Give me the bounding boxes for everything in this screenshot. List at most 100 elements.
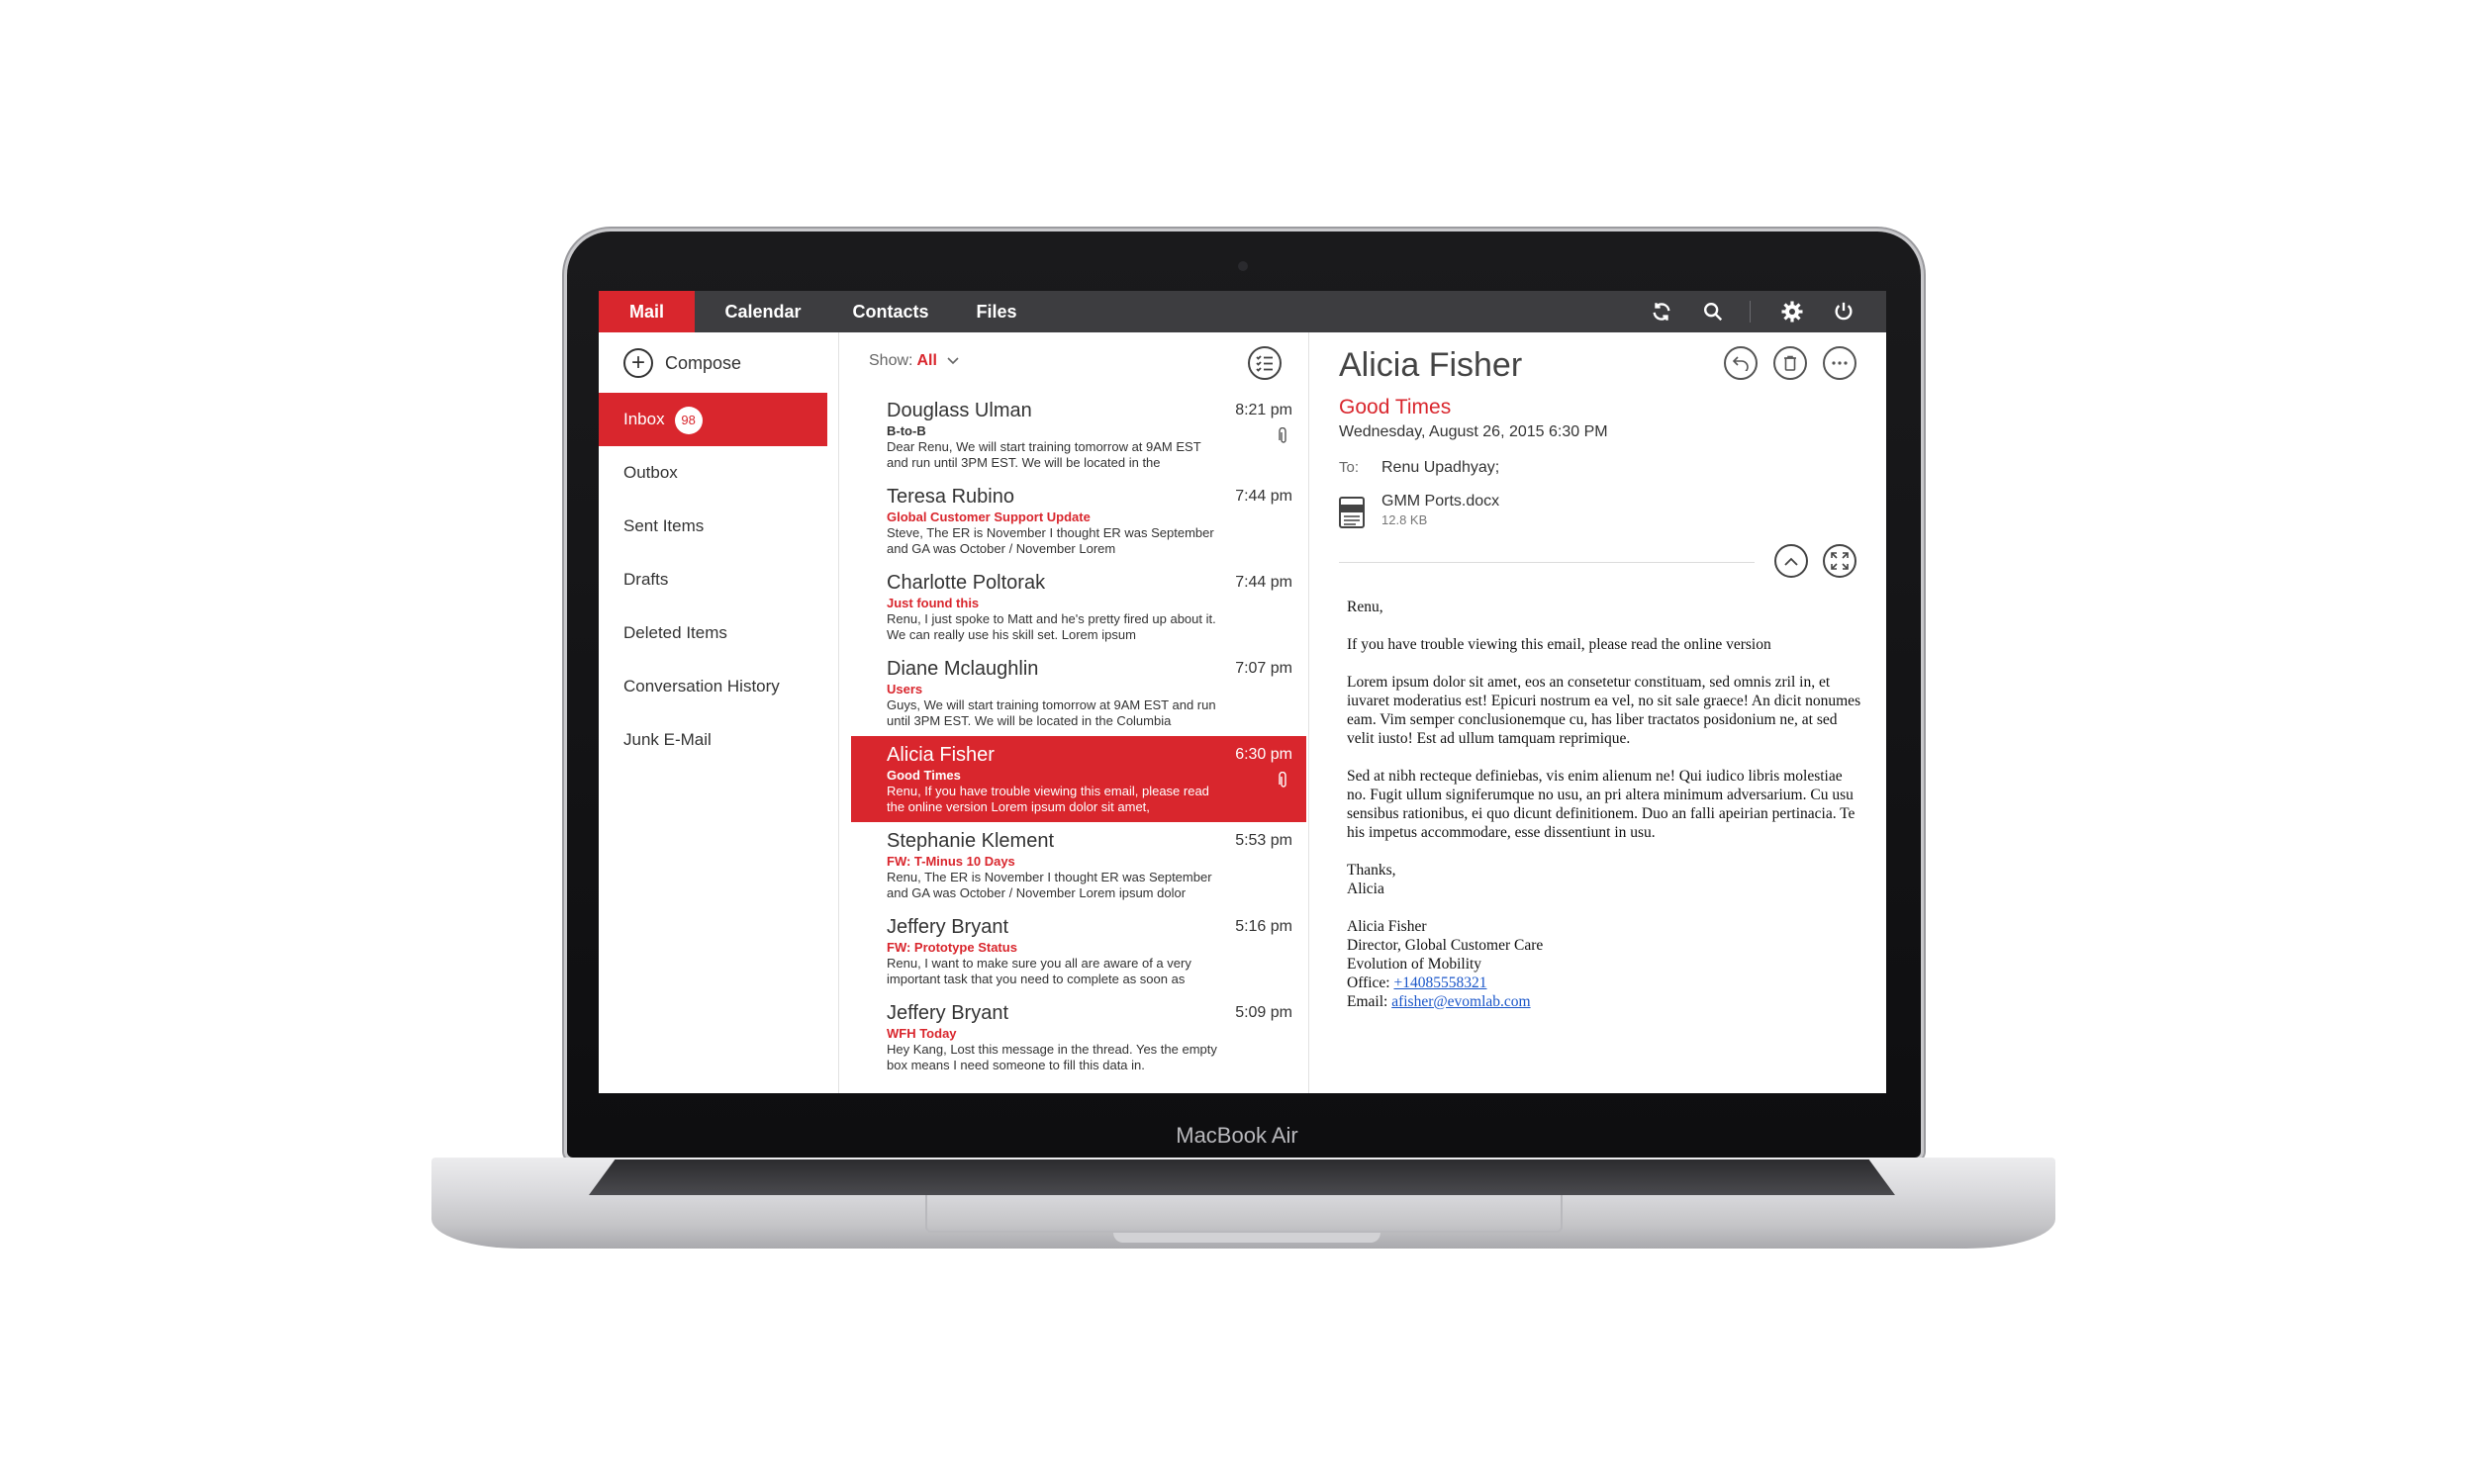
email-paragraph: Lorem ipsum dolor sit amet, eos an conse… — [1347, 674, 1861, 747]
message-subject: Global Customer Support Update — [887, 510, 1091, 524]
chevron-down-icon — [947, 352, 959, 370]
message-item-selected[interactable]: Alicia Fisher 6:30 pm Good Times Renu, I… — [851, 736, 1306, 822]
message-time: 8:21 pm — [1235, 402, 1292, 418]
message-sender: Jeffery Bryant — [887, 1002, 1009, 1024]
message-preview: Hey Kang, Lost this message in the threa… — [887, 1042, 1217, 1072]
message-item[interactable]: Charlotte Poltorak 7:44 pm Just found th… — [851, 564, 1306, 650]
message-time: 7:44 pm — [1235, 488, 1292, 505]
attachment-size: 12.8 KB — [1381, 512, 1428, 527]
reader-subject: Good Times — [1339, 396, 1452, 418]
office-phone-link[interactable]: +14085558321 — [1393, 974, 1486, 991]
search-icon[interactable] — [1700, 299, 1726, 325]
email-closing: Thanks, Alicia — [1347, 861, 1861, 898]
message-preview: Guys, We will start training tomorrow at… — [887, 697, 1216, 728]
app-screen: Mail Calendar Contacts Files + Compose I… — [599, 291, 1886, 1093]
email-address-link[interactable]: afisher@evomlab.com — [1391, 993, 1530, 1010]
trash-icon[interactable] — [1773, 346, 1807, 380]
message-time: 5:09 pm — [1235, 1004, 1292, 1021]
tab-contacts[interactable]: Contacts — [831, 291, 950, 332]
message-item[interactable]: Stephanie Klement 5:53 pm FW: T-Minus 10… — [851, 822, 1306, 908]
message-subject: FW: Prototype Status — [887, 940, 1017, 955]
message-subject: Good Times — [887, 768, 961, 783]
email-label: Email: — [1347, 993, 1388, 1010]
message-item[interactable]: Teresa Rubino 7:44 pm Global Customer Su… — [851, 478, 1306, 564]
message-item[interactable]: Jeffery Bryant 5:16 pm FW: Prototype Sta… — [851, 908, 1306, 994]
toolbar-divider — [1750, 301, 1751, 323]
message-time: 6:30 pm — [1235, 746, 1292, 763]
signature-company: Evolution of Mobility — [1347, 956, 1482, 973]
signature-title: Director, Global Customer Care — [1347, 937, 1544, 954]
closing-text: Thanks, — [1347, 862, 1396, 879]
paperclip-icon — [1279, 771, 1288, 794]
message-preview: Renu, The ER is November I thought ER wa… — [887, 870, 1212, 900]
email-signature: Alicia Fisher Director, Global Customer … — [1347, 917, 1861, 1011]
message-subject: FW: T-Minus 10 Days — [887, 854, 1015, 869]
collapse-up-icon[interactable] — [1774, 544, 1808, 578]
keyboard — [589, 1159, 1895, 1195]
message-sender: Douglass Ulman — [887, 400, 1032, 421]
unread-badge: 98 — [674, 406, 703, 434]
reader-date: Wednesday, August 26, 2015 6:30 PM — [1339, 423, 1608, 440]
folder-drafts[interactable]: Drafts — [599, 553, 827, 606]
lid-notch — [1113, 1233, 1380, 1243]
signature-email: Email: afisher@evomlab.com — [1347, 992, 1861, 1011]
message-item[interactable]: Douglass Ulman 8:21 pm B-to-B Dear Renu,… — [851, 392, 1306, 478]
folder-sidebar: + Compose Inbox 98 Outbox Sent Items Draf… — [599, 332, 839, 1093]
closing-name: Alicia — [1347, 881, 1384, 897]
message-subject: Users — [887, 682, 923, 696]
filter-list-icon[interactable] — [1248, 346, 1282, 380]
message-sender: Stephanie Klement — [887, 830, 1055, 852]
folder-outbox[interactable]: Outbox — [599, 446, 827, 500]
message-sender: Teresa Rubino — [887, 486, 1014, 508]
tab-files[interactable]: Files — [950, 291, 1043, 332]
more-options-icon[interactable] — [1823, 346, 1856, 380]
folder-deleted-items[interactable]: Deleted Items — [599, 606, 827, 660]
email-paragraph: Sed at nibh recteque definiebas, vis eni… — [1347, 768, 1856, 841]
reply-icon[interactable] — [1724, 346, 1758, 380]
show-filter[interactable]: Show: All — [869, 352, 959, 370]
folder-inbox[interactable]: Inbox 98 — [599, 393, 827, 446]
signature-name: Alicia Fisher — [1347, 918, 1427, 935]
message-sender: Alicia Fisher — [887, 744, 995, 766]
message-preview: Dear Renu, We will start training tomorr… — [887, 439, 1201, 470]
tab-mail[interactable]: Mail — [599, 291, 695, 332]
message-time: 7:44 pm — [1235, 574, 1292, 591]
paperclip-icon — [1279, 426, 1288, 450]
document-icon[interactable] — [1339, 497, 1365, 528]
compose-label: Compose — [665, 352, 742, 373]
email-body: Renu, If you have trouble viewing this e… — [1347, 598, 1861, 1030]
refresh-icon[interactable] — [1649, 299, 1674, 325]
message-item[interactable]: Diane Mclaughlin 7:07 pm Users Guys, We … — [851, 650, 1306, 736]
message-time: 5:53 pm — [1235, 832, 1292, 849]
compose-button[interactable]: + Compose — [623, 346, 741, 380]
tab-calendar[interactable]: Calendar — [695, 291, 831, 332]
message-sender: Jeffery Bryant — [887, 916, 1009, 938]
recipient[interactable]: Renu Upadhyay; — [1381, 459, 1499, 477]
settings-icon[interactable] — [1779, 299, 1805, 325]
email-intro: If you have trouble viewing this email, … — [1347, 636, 1771, 653]
power-icon[interactable] — [1831, 299, 1856, 325]
folder-sent-items[interactable]: Sent Items — [599, 500, 827, 553]
message-time: 5:16 pm — [1235, 918, 1292, 935]
message-subject: Just found this — [887, 596, 980, 610]
message-sender: Diane Mclaughlin — [887, 658, 1039, 680]
show-label: Show: — [869, 352, 913, 369]
reading-pane: Alicia Fisher Good Times Wednesday, Augu… — [1309, 332, 1886, 1093]
expand-icon[interactable] — [1823, 544, 1856, 578]
message-subject: B-to-B — [887, 423, 926, 438]
message-preview: Renu, I want to make sure you all are aw… — [887, 956, 1191, 986]
office-label: Office: — [1347, 974, 1390, 991]
header-divider — [1339, 562, 1755, 563]
trackpad — [925, 1195, 1563, 1233]
reader-actions — [1724, 346, 1856, 380]
folder-junk-email[interactable]: Junk E-Mail — [599, 713, 827, 767]
message-sender: Charlotte Poltorak — [887, 572, 1046, 594]
attachment-name[interactable]: GMM Ports.docx — [1381, 493, 1499, 510]
plus-icon: + — [623, 348, 653, 378]
message-time: 7:07 pm — [1235, 660, 1292, 677]
message-item[interactable]: Jeffery Bryant 5:09 pm WFH Today Hey Kan… — [851, 994, 1306, 1080]
message-preview: Renu, I just spoke to Matt and he's pret… — [887, 611, 1216, 642]
email-greeting: Renu, — [1347, 599, 1383, 615]
folder-conversation-history[interactable]: Conversation History — [599, 660, 827, 713]
reader-sender: Alicia Fisher — [1339, 346, 1523, 384]
